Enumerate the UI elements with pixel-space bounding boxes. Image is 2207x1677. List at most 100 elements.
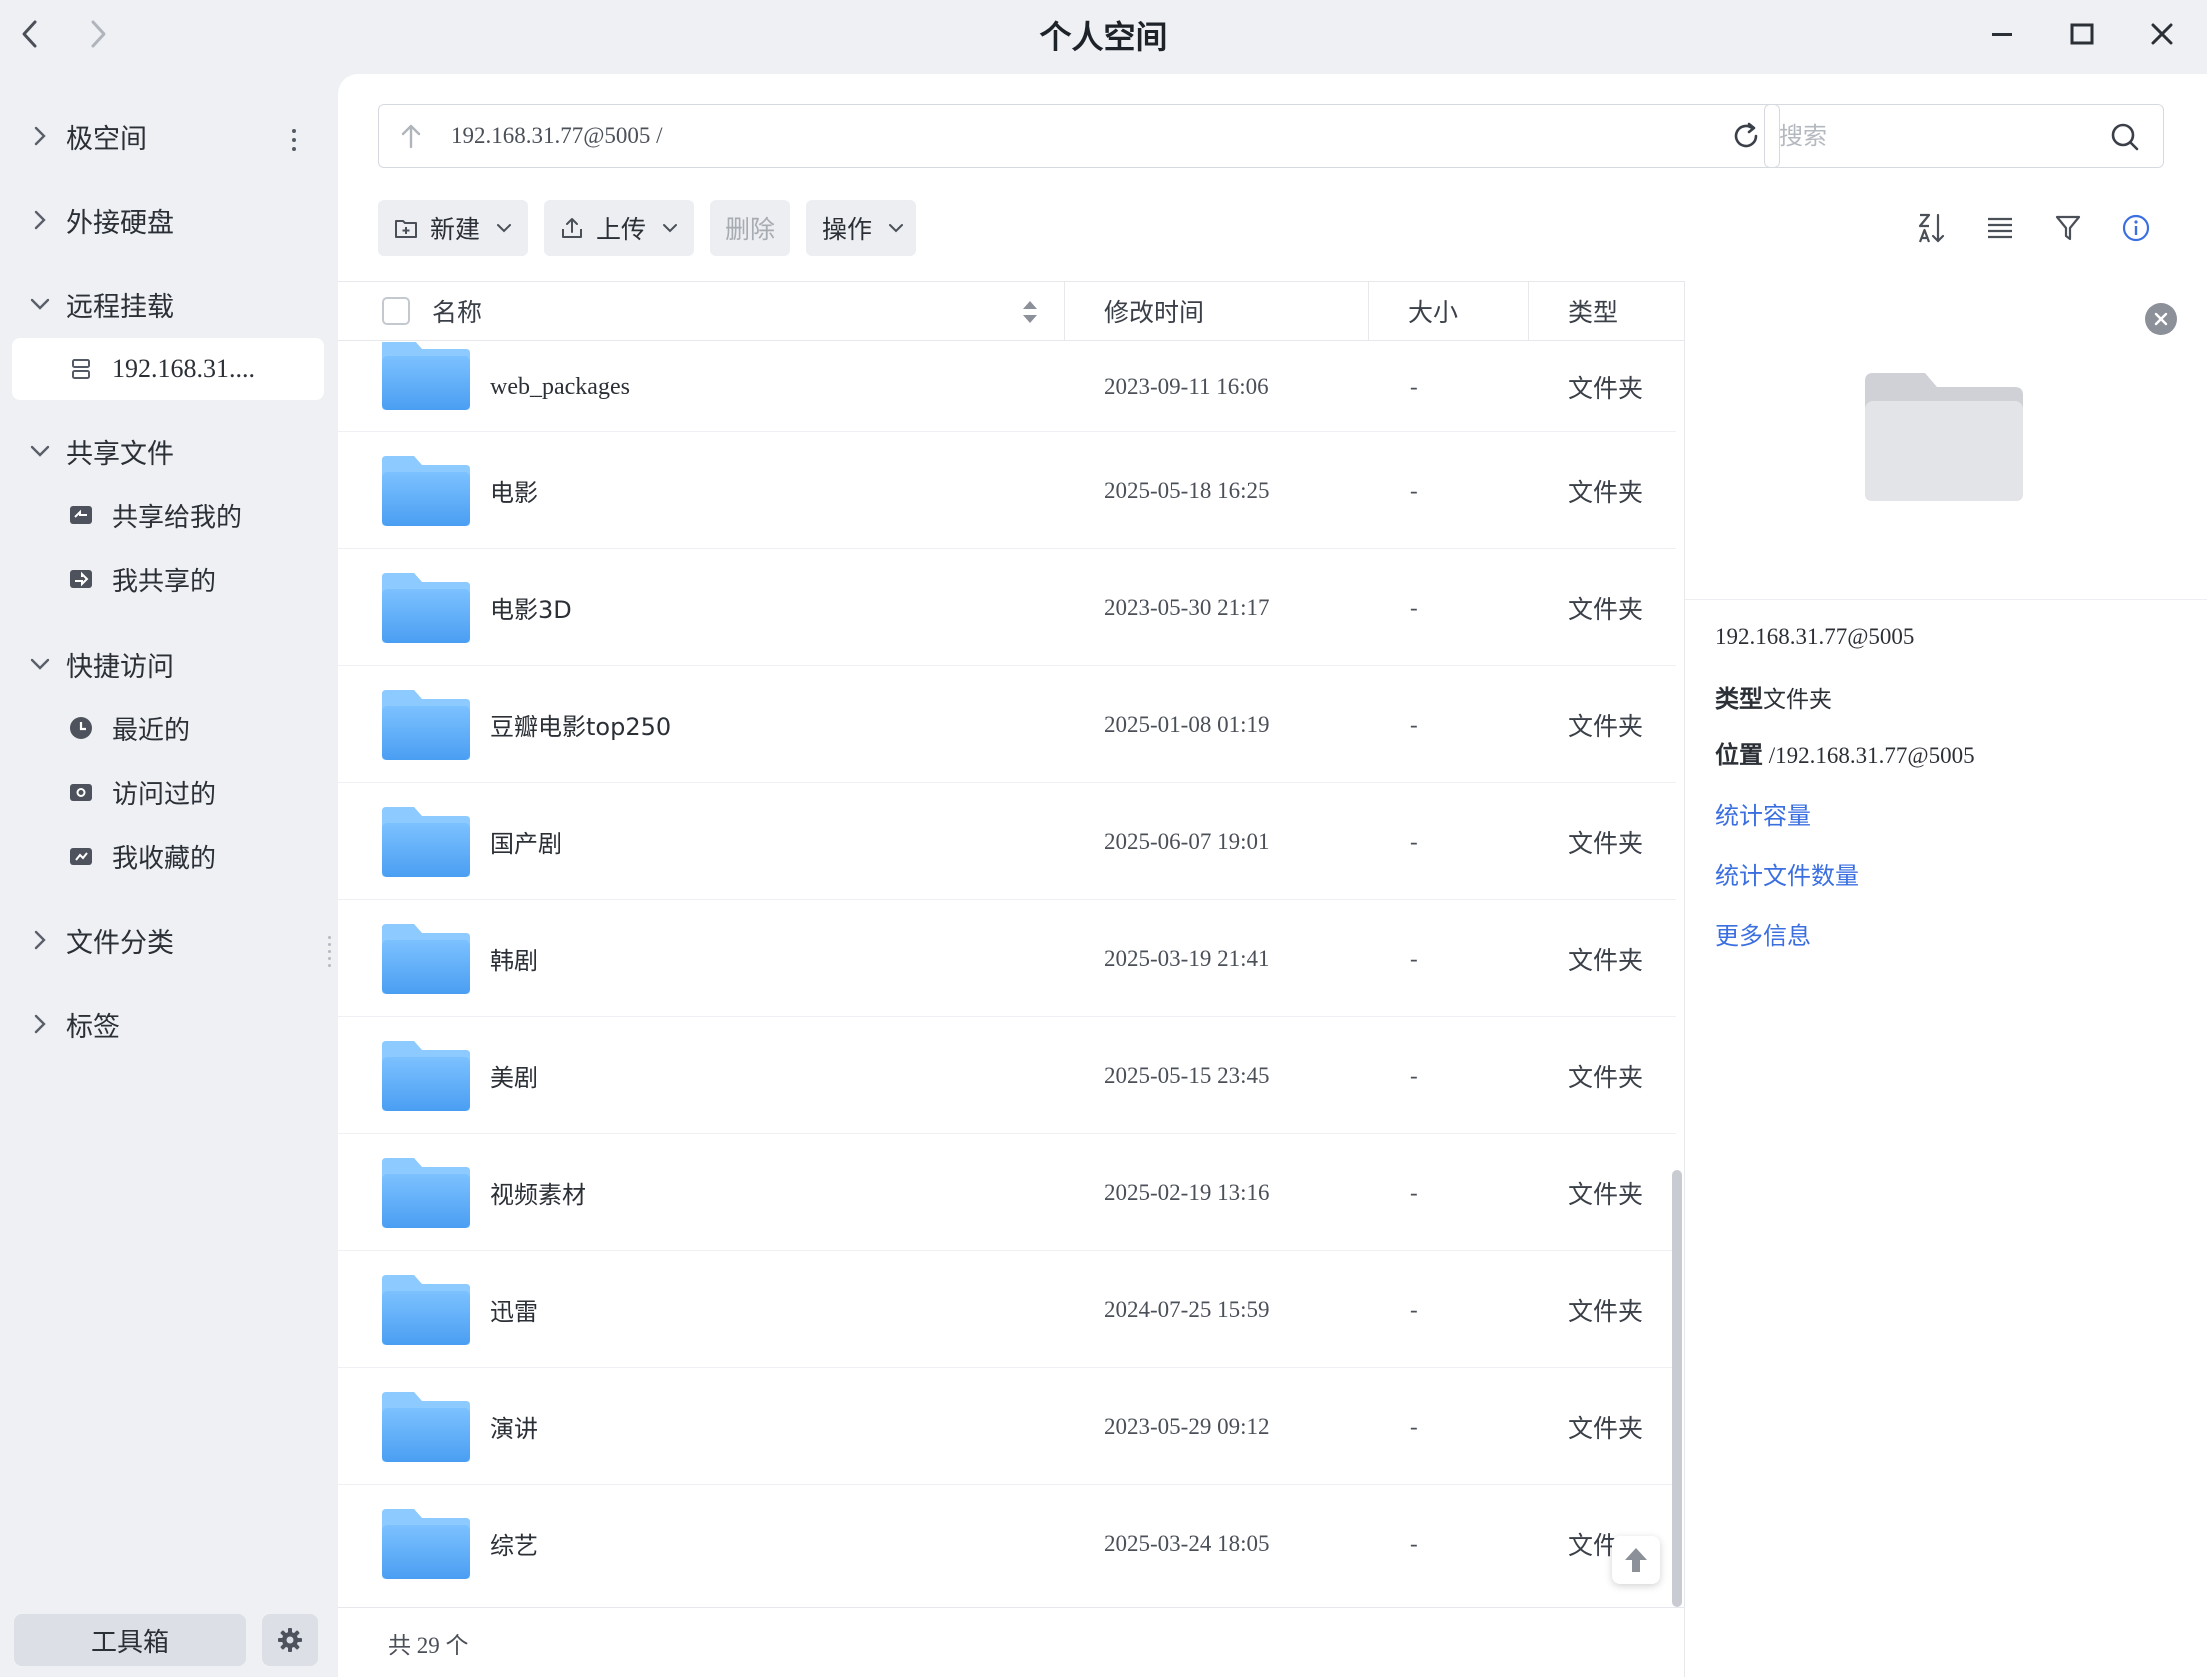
maximize-button[interactable] — [2060, 14, 2104, 54]
refresh-button[interactable] — [1729, 119, 1763, 153]
search-button[interactable] — [2107, 119, 2143, 155]
sidebar-section-file-categories[interactable]: 文件分类 — [0, 908, 338, 972]
file-browser-panel: 192.168.31.77@5005 / 新建 上传 删除 操作 — [338, 74, 2207, 1677]
minimize-button[interactable] — [1980, 14, 2024, 54]
filter-icon — [2055, 215, 2081, 241]
actions-button-label: 操作 — [822, 215, 873, 244]
chevron-right-icon — [20, 929, 60, 951]
sidebar-section-label: 外接硬盘 — [66, 207, 174, 239]
info-location: 位置 /192.168.31.77@5005 — [1715, 735, 1975, 770]
sidebar-item-my-shares[interactable]: 我共享的 — [12, 548, 324, 610]
file-mtime: 2023-09-11 16:06 — [1104, 374, 1269, 399]
sidebar-item-recent[interactable]: 最近的 — [12, 697, 324, 759]
count-files-link[interactable]: 统计文件数量 — [1715, 856, 1859, 891]
file-type: 文件夹 — [1568, 1296, 1644, 1326]
folder-icon — [382, 1509, 470, 1579]
folder-icon — [382, 1275, 470, 1345]
calculate-capacity-link[interactable]: 统计容量 — [1715, 796, 1811, 831]
table-row[interactable]: 电影 2025-05-18 16:25 - 文件夹 — [338, 432, 1676, 549]
file-type: 文件夹 — [1568, 374, 1644, 403]
list-view-button[interactable] — [1980, 208, 2020, 248]
my-shares-icon — [66, 564, 96, 594]
file-name: 综艺 — [490, 1532, 538, 1560]
new-button[interactable]: 新建 — [378, 200, 528, 256]
delete-button-label: 删除 — [724, 215, 775, 244]
column-header-name[interactable]: 名称 — [432, 282, 482, 340]
filter-button[interactable] — [2048, 208, 2088, 248]
close-info-panel-button[interactable] — [2145, 303, 2177, 335]
sidebar-item-favorites[interactable]: 我收藏的 — [12, 825, 324, 887]
file-size: - — [1410, 477, 1418, 503]
folder-icon — [382, 573, 470, 643]
sidebar-section-tags[interactable]: 标签 — [0, 992, 338, 1056]
table-row[interactable]: 视频素材 2025-02-19 13:16 - 文件夹 — [338, 1134, 1676, 1251]
scrollbar-thumb[interactable] — [1672, 1170, 1682, 1607]
arrow-up-icon — [401, 124, 421, 149]
back-to-top-button[interactable] — [1612, 1536, 1660, 1584]
file-name: 电影3D — [490, 596, 572, 624]
search-input[interactable] — [1779, 122, 2099, 150]
actions-button[interactable]: 操作 — [806, 200, 916, 256]
status-bar: 共 29 个 — [338, 1607, 1684, 1677]
table-row[interactable]: 迅雷 2024-07-25 15:59 - 文件夹 — [338, 1251, 1676, 1368]
close-icon — [2154, 312, 2168, 326]
file-size: - — [1410, 1413, 1418, 1439]
address-bar[interactable]: 192.168.31.77@5005 / — [378, 104, 1780, 168]
column-header-size[interactable]: 大小 — [1408, 282, 1458, 340]
info-button[interactable] — [2116, 208, 2156, 248]
chevron-down-icon — [20, 297, 60, 311]
file-mtime: 2025-06-07 19:01 — [1104, 828, 1270, 854]
file-size: - — [1410, 1296, 1418, 1322]
more-info-link[interactable]: 更多信息 — [1715, 916, 1811, 951]
sidebar-section-label: 标签 — [66, 1011, 120, 1043]
file-name: 豆瓣电影top250 — [490, 713, 672, 741]
sidebar-item-remote-server[interactable]: 192.168.31.... — [12, 338, 324, 400]
sidebar-section-quick-access[interactable]: 快捷访问 — [0, 632, 338, 696]
sort-toggle-icon[interactable] — [1018, 296, 1042, 328]
toolbox-button[interactable]: 工具箱 — [14, 1614, 246, 1666]
file-type: 文件夹 — [1568, 594, 1644, 624]
table-row[interactable]: 电影3D 2023-05-30 21:17 - 文件夹 — [338, 549, 1676, 666]
sidebar-resize-handle[interactable] — [328, 936, 332, 970]
file-mtime: 2025-01-08 01:19 — [1104, 711, 1270, 737]
info-divider — [1685, 599, 2207, 600]
sidebar-section-remote-mount[interactable]: 远程挂载 — [0, 272, 338, 336]
file-type: 文件夹 — [1568, 711, 1644, 741]
file-name: 迅雷 — [490, 1298, 538, 1326]
table-row[interactable]: 国产剧 2025-06-07 19:01 - 文件夹 — [338, 783, 1676, 900]
info-type-label: 类型 — [1715, 685, 1763, 713]
select-all-checkbox[interactable] — [382, 297, 410, 325]
table-row[interactable]: 豆瓣电影top250 2025-01-08 01:19 - 文件夹 — [338, 666, 1676, 783]
sidebar-item-visited[interactable]: 访问过的 — [12, 761, 324, 823]
table-row[interactable]: 韩剧 2025-03-19 21:41 - 文件夹 — [338, 900, 1676, 1017]
sidebar-section-shared-files[interactable]: 共享文件 — [0, 419, 338, 483]
table-row[interactable]: 综艺 2025-03-24 18:05 - 文件 — [338, 1485, 1676, 1602]
column-header-mtime[interactable]: 修改时间 — [1104, 282, 1204, 340]
current-path: 192.168.31.77@5005 / — [451, 123, 663, 148]
go-up-button[interactable] — [379, 105, 443, 167]
info-type-value: 文件夹 — [1763, 687, 1832, 713]
sidebar-section-label: 文件分类 — [66, 927, 174, 959]
search-box[interactable] — [1764, 104, 2164, 168]
sort-button[interactable] — [1912, 208, 1952, 248]
chevron-right-icon — [20, 125, 60, 147]
info-title: 192.168.31.77@5005 — [1715, 624, 1915, 649]
more-options-icon[interactable] — [282, 120, 306, 160]
delete-button[interactable]: 删除 — [710, 200, 790, 256]
file-name: 演讲 — [490, 1415, 538, 1443]
upload-button[interactable]: 上传 — [544, 200, 694, 256]
sidebar-section-external-drive[interactable]: 外接硬盘 — [0, 188, 338, 252]
table-row[interactable]: 演讲 2023-05-29 09:12 - 文件夹 — [338, 1368, 1676, 1485]
table-row[interactable]: 美剧 2025-05-15 23:45 - 文件夹 — [338, 1017, 1676, 1134]
close-button[interactable] — [2140, 14, 2184, 54]
file-mtime: 2023-05-29 09:12 — [1104, 1413, 1270, 1439]
settings-button[interactable] — [262, 1614, 318, 1666]
file-type: 文件 — [1568, 1530, 1619, 1560]
sort-az-icon — [1918, 213, 1945, 243]
chevron-down-icon — [20, 444, 60, 458]
file-name: 电影 — [490, 479, 538, 507]
table-row[interactable]: web_packages 2023-09-11 16:06 - 文件夹 — [338, 342, 1676, 432]
column-header-type[interactable]: 类型 — [1568, 282, 1618, 340]
folder-icon — [382, 1392, 470, 1462]
sidebar-item-shared-with-me[interactable]: 共享给我的 — [12, 484, 324, 546]
